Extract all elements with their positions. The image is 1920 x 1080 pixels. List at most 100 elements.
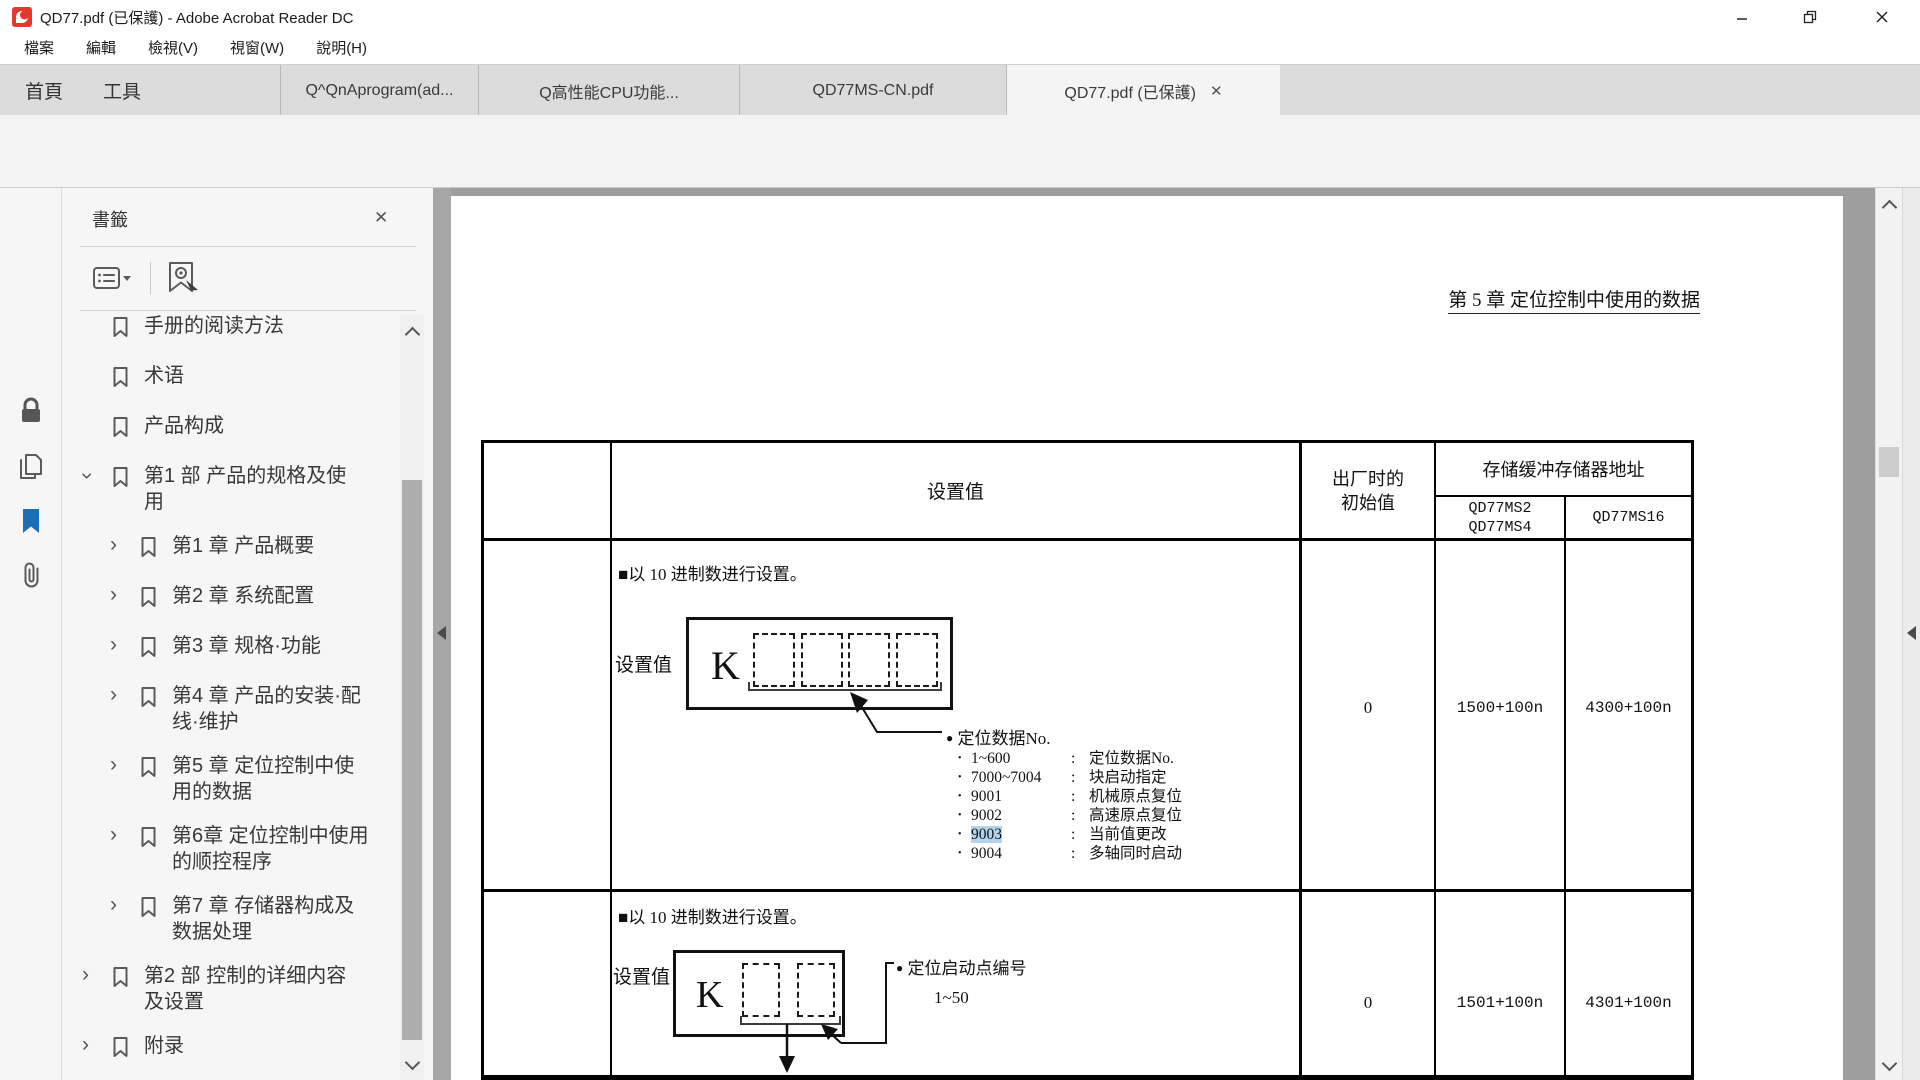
bookmarks-panel-title: 書籤: [92, 206, 128, 232]
page-thumbnails-icon[interactable]: [16, 452, 46, 482]
bookmark-icon: [112, 1033, 130, 1065]
security-lock-icon[interactable]: [16, 396, 46, 426]
chevron-right-icon[interactable]: ›: [110, 753, 140, 777]
chapter-header: 第 5 章 定位控制中使用的数据: [1380, 285, 1700, 312]
chevron-down-icon[interactable]: ›: [82, 463, 112, 487]
tab-close-icon[interactable]: ✕: [1210, 82, 1223, 100]
bookmark-options-icon[interactable]: [92, 262, 136, 294]
doc-tab-1[interactable]: Q^QnAprogram(ad...: [280, 65, 478, 116]
bookmark-item[interactable]: › 第5 章 定位控制中使用的数据: [62, 744, 398, 814]
menu-help[interactable]: 說明(H): [300, 34, 383, 64]
bookmark-list-scrollbar[interactable]: [400, 315, 424, 1080]
panel-close-icon[interactable]: ✕: [374, 208, 388, 228]
panel-splitter[interactable]: [433, 188, 451, 1080]
chevron-right-icon[interactable]: ›: [110, 683, 140, 707]
expand-tools-pane-icon[interactable]: [1907, 626, 1916, 640]
doc-tab-2[interactable]: Q高性能CPU功能...: [478, 65, 739, 116]
bookmark-item[interactable]: 手册的阅读方法: [62, 315, 398, 354]
bookmark-item[interactable]: › 第4 章 产品的安装·配线·维护: [62, 674, 398, 744]
tab-tools[interactable]: 工具: [86, 65, 158, 116]
bookmark-item-label[interactable]: 手册的阅读方法: [144, 315, 356, 339]
option-row-highlighted: •9003:当前值更改: [958, 825, 1182, 844]
tab-home[interactable]: 首頁: [8, 65, 80, 116]
digit-box: [848, 633, 890, 687]
digit-box: [801, 633, 843, 687]
row1-options-list: •1~600:定位数据No. •7000~7004:块启动指定 •9001:机械…: [958, 749, 1182, 863]
bookmark-item-label[interactable]: 第1 章 产品概要: [172, 533, 372, 559]
menu-bar: 檔案 編輯 檢視(V) 視窗(W) 說明(H): [0, 34, 1920, 64]
digit-box: [742, 963, 780, 1017]
row2-digit-bracket: [740, 1016, 841, 1025]
bookmark-icon: [112, 315, 130, 345]
panel-toolbar-divider: [150, 262, 151, 294]
bookmark-icon: [140, 753, 158, 785]
option-row: •1~600:定位数据No.: [958, 749, 1182, 768]
row2-default-value: 0: [1302, 988, 1434, 1018]
scroll-up-icon[interactable]: [1884, 200, 1895, 218]
row1-addr-ms16: 4300+100n: [1566, 693, 1691, 723]
chevron-right-icon[interactable]: ›: [110, 893, 140, 917]
document-scrollbar[interactable]: [1875, 188, 1902, 1080]
chevron-right-icon[interactable]: ›: [82, 1033, 112, 1057]
bookmark-item[interactable]: › 第7 章 存储器构成及数据处理: [62, 884, 398, 954]
doc-tab-3-label: QD77MS-CN.pdf: [813, 82, 934, 100]
bookmark-item-label[interactable]: 第6章 定位控制中使用的顺控程序: [172, 823, 372, 875]
bookmark-item[interactable]: › 第1 章 产品概要: [62, 524, 398, 574]
digit-box: [896, 633, 938, 687]
bookmarks-panel-icon[interactable]: [16, 506, 46, 536]
bookmark-item-label[interactable]: 附录: [144, 1033, 356, 1059]
doc-tab-3[interactable]: QD77MS-CN.pdf: [739, 65, 1006, 116]
scroll-down-icon[interactable]: [407, 1055, 418, 1073]
bookmark-icon: [112, 363, 130, 395]
bookmark-item-label[interactable]: 第2 部 控制的详细内容及设置: [144, 963, 356, 1015]
bookmarks-panel: 書籤 ✕ 手册的阅读方法 术语: [62, 188, 433, 1080]
chevron-right-icon[interactable]: ›: [82, 963, 112, 987]
title-bar: QD77.pdf (已保護) - Adobe Acrobat Reader DC: [0, 0, 1920, 34]
chevron-right-icon[interactable]: ›: [110, 583, 140, 607]
bookmark-icon: [140, 683, 158, 715]
menu-file[interactable]: 檔案: [8, 34, 70, 64]
row2-k-prefix: K: [696, 973, 723, 1017]
restore-button[interactable]: [1780, 0, 1840, 34]
bookmark-item-label[interactable]: 第1 部 产品的规格及使用: [144, 463, 356, 515]
close-window-button[interactable]: [1852, 0, 1912, 34]
bookmark-item-label[interactable]: 第7 章 存储器构成及数据处理: [172, 893, 372, 945]
bookmark-item[interactable]: › 第2 章 系统配置: [62, 574, 398, 624]
row1-addr-ms2-ms4: 1500+100n: [1436, 693, 1564, 723]
bookmark-item[interactable]: 产品构成: [62, 404, 398, 454]
bookmark-item-selected[interactable]: 质保: [62, 1074, 398, 1080]
bookmark-item[interactable]: › 附录: [62, 1024, 398, 1074]
menu-window[interactable]: 視窗(W): [214, 34, 300, 64]
find-current-bookmark-icon[interactable]: [164, 260, 204, 298]
bookmark-item[interactable]: › 第6章 定位控制中使用的顺控程序: [62, 814, 398, 884]
bookmark-item[interactable]: › 第3 章 规格·功能: [62, 624, 398, 674]
minimize-button[interactable]: [1712, 0, 1772, 34]
bookmark-item[interactable]: 术语: [62, 354, 398, 404]
digit-box: [797, 963, 835, 1017]
scroll-down-icon[interactable]: [1884, 1056, 1895, 1074]
chevron-right-icon[interactable]: ›: [110, 823, 140, 847]
bookmark-icon: [112, 963, 130, 995]
scroll-up-icon[interactable]: [407, 327, 418, 345]
bookmark-item-label[interactable]: 第3 章 规格·功能: [172, 633, 372, 659]
bookmark-item-label[interactable]: 产品构成: [144, 413, 356, 439]
bookmark-item[interactable]: › 第1 部 产品的规格及使用: [62, 454, 398, 524]
menu-edit[interactable]: 編輯: [70, 34, 132, 64]
bookmark-item[interactable]: › 第2 部 控制的详细内容及设置: [62, 954, 398, 1024]
bookmark-list: 手册的阅读方法 术语 产品构成 › 第1 部 产品的规格及使用: [62, 315, 398, 1080]
bookmark-item-label[interactable]: 第5 章 定位控制中使用的数据: [172, 753, 372, 805]
collapse-panel-icon[interactable]: [437, 626, 446, 640]
row1-setting-diagram-box: K: [686, 617, 953, 710]
row1-instruction: ■以 10 进制数进行设置。: [618, 560, 807, 585]
scrollbar-thumb[interactable]: [1879, 447, 1899, 477]
menu-view[interactable]: 檢視(V): [132, 34, 214, 64]
doc-tab-active[interactable]: QD77.pdf (已保護) ✕: [1006, 65, 1280, 116]
bookmark-item-label[interactable]: 术语: [144, 363, 356, 389]
scrollbar-thumb[interactable]: [402, 480, 422, 1040]
attachments-paperclip-icon[interactable]: [16, 560, 46, 590]
bookmark-item-label[interactable]: 第2 章 系统配置: [172, 583, 372, 609]
chevron-right-icon[interactable]: ›: [110, 633, 140, 657]
bookmark-item-label[interactable]: 第4 章 产品的安装·配线·维护: [172, 683, 372, 735]
panel-divider: [80, 246, 416, 247]
chevron-right-icon[interactable]: ›: [110, 533, 140, 557]
